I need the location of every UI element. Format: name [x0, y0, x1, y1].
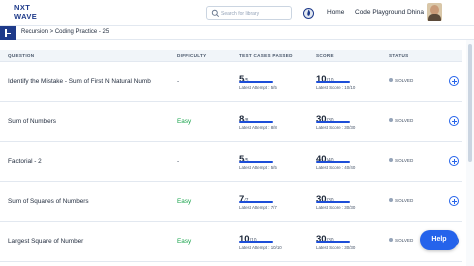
- latest-score: Latest Score : 30/30: [316, 125, 356, 130]
- test-cases-progress-bar: [239, 121, 273, 123]
- score-obtained: 30: [316, 194, 327, 205]
- score-obtained: 40: [316, 154, 327, 165]
- status-label: SOLVED: [395, 238, 414, 243]
- test-cases-cell: 8/8 Latest Attempt : 8/8: [239, 109, 279, 137]
- latest-attempt: Latest Attempt : 5/5: [239, 165, 277, 170]
- question-title[interactable]: Sum of Squares of Numbers: [8, 198, 89, 205]
- column-header-test-cases: TEST CASES PASSED: [239, 53, 293, 58]
- top-navbar: NXT WAVE Home Code Playground Dhina: [0, 0, 474, 26]
- nxtwave-logo[interactable]: NXT WAVE: [14, 3, 48, 23]
- table-row[interactable]: Sum of Squares of Numbers Easy 7/7 Lates…: [0, 182, 462, 222]
- status-dot-icon: [389, 238, 393, 242]
- table-row[interactable]: Largest Square of Number Easy 10/10 Late…: [0, 222, 462, 262]
- score-obtained: 10: [316, 74, 327, 85]
- add-circle-icon[interactable]: [449, 76, 459, 86]
- avatar[interactable]: [427, 3, 442, 21]
- nav-code-playground-link[interactable]: Code Playground: [355, 9, 405, 16]
- help-button[interactable]: Help: [420, 230, 458, 250]
- add-circle-icon[interactable]: [449, 116, 459, 126]
- table-header: QUESTION DIFFICULTY TEST CASES PASSED SC…: [0, 50, 462, 62]
- status-badge: SOLVED: [389, 158, 413, 163]
- vertical-scrollbar[interactable]: [466, 40, 474, 266]
- breadcrumb[interactable]: Recursion > Coding Practice - 25: [21, 29, 109, 35]
- score-progress-bar: [316, 81, 350, 83]
- status-badge: SOLVED: [389, 198, 413, 203]
- test-cases-cell: 10/10 Latest Attempt : 10/10: [239, 229, 282, 257]
- difficulty-label: -: [177, 78, 180, 85]
- latest-attempt: Latest Attempt : 5/5: [239, 85, 277, 90]
- user-name[interactable]: Dhina: [407, 9, 424, 16]
- score-progress-bar: [316, 121, 350, 123]
- difficulty-label: Easy: [177, 198, 192, 205]
- question-title[interactable]: Factorial - 2: [8, 158, 42, 165]
- scrollbar-thumb[interactable]: [468, 44, 472, 162]
- status-dot-icon: [389, 118, 393, 122]
- column-header-question: QUESTION: [8, 53, 35, 58]
- question-title[interactable]: Sum of Numbers: [8, 118, 56, 125]
- latest-score: Latest Score : 10/10: [316, 85, 356, 90]
- question-title[interactable]: Identify the Mistake - Sum of First N Na…: [8, 78, 151, 85]
- streak-icon[interactable]: [302, 6, 315, 20]
- logo-text-line2: WAVE: [14, 12, 38, 21]
- add-circle-icon[interactable]: [449, 156, 459, 166]
- difficulty-label: Easy: [177, 238, 192, 245]
- test-cases-progress-bar: [239, 201, 273, 203]
- latest-attempt: Latest Attempt : 8/8: [239, 125, 277, 130]
- add-circle-icon[interactable]: [449, 196, 459, 206]
- test-cases-progress-bar: [239, 161, 273, 163]
- avatar-body: [428, 14, 441, 21]
- latest-score: Latest Score : 30/30: [316, 245, 356, 250]
- score-progress-bar: [316, 201, 350, 203]
- table-row[interactable]: Sum of Numbers Easy 8/8 Latest Attempt :…: [0, 102, 462, 142]
- score-obtained: 30: [316, 114, 327, 125]
- status-badge: SOLVED: [389, 238, 413, 243]
- difficulty-label: -: [177, 158, 180, 165]
- column-header-status: STATUS: [389, 53, 409, 58]
- breadcrumb-bar: Recursion > Coding Practice - 25: [0, 26, 474, 40]
- sidebar-toggle-button[interactable]: [0, 26, 16, 40]
- latest-score: Latest Score : 40/40: [316, 165, 356, 170]
- test-cases-cell: 5/5 Latest Attempt : 5/5: [239, 149, 279, 177]
- score-progress-bar: [316, 161, 350, 163]
- search-box[interactable]: [206, 6, 292, 20]
- score-progress-bar: [316, 241, 350, 243]
- status-dot-icon: [389, 158, 393, 162]
- test-cases-cell: 7/7 Latest Attempt : 7/7: [239, 189, 279, 217]
- column-header-difficulty: DIFFICULTY: [177, 53, 207, 58]
- latest-attempt: Latest Attempt : 10/10: [239, 245, 282, 250]
- test-cases-cell: 5/5 Latest Attempt : 5/5: [239, 69, 279, 97]
- latest-attempt: Latest Attempt : 7/7: [239, 205, 277, 210]
- status-badge: SOLVED: [389, 118, 413, 123]
- score-cell: 10/10 Latest Score : 10/10: [316, 69, 356, 97]
- table-row[interactable]: Factorial - 2 - 5/5 Latest Attempt : 5/5…: [0, 142, 462, 182]
- score-cell: 30/30 Latest Score : 30/30: [316, 229, 356, 257]
- score-cell: 30/30 Latest Score : 30/30: [316, 109, 356, 137]
- nav-home-link[interactable]: Home: [327, 9, 344, 16]
- test-cases-progress-bar: [239, 81, 273, 83]
- difficulty-label: Easy: [177, 118, 192, 125]
- status-label: SOLVED: [395, 158, 414, 163]
- test-cases-passed: 10: [239, 234, 250, 245]
- search-icon: [211, 9, 220, 18]
- sidebar-toggle-arrow-icon: [7, 32, 11, 34]
- status-dot-icon: [389, 198, 393, 202]
- latest-score: Latest Score : 30/30: [316, 205, 356, 210]
- status-dot-icon: [389, 78, 393, 82]
- search-input[interactable]: [221, 8, 291, 19]
- status-badge: SOLVED: [389, 78, 413, 83]
- test-cases-progress-bar: [239, 241, 273, 243]
- column-header-score: SCORE: [316, 53, 334, 58]
- question-title[interactable]: Largest Square of Number: [8, 238, 83, 245]
- status-label: SOLVED: [395, 198, 414, 203]
- status-label: SOLVED: [395, 78, 414, 83]
- score-cell: 40/40 Latest Score : 40/40: [316, 149, 356, 177]
- status-label: SOLVED: [395, 118, 414, 123]
- logo-text-line1: NXT: [14, 3, 31, 12]
- score-cell: 30/30 Latest Score : 30/30: [316, 189, 356, 217]
- score-obtained: 30: [316, 234, 327, 245]
- table-row[interactable]: Identify the Mistake - Sum of First N Na…: [0, 62, 462, 102]
